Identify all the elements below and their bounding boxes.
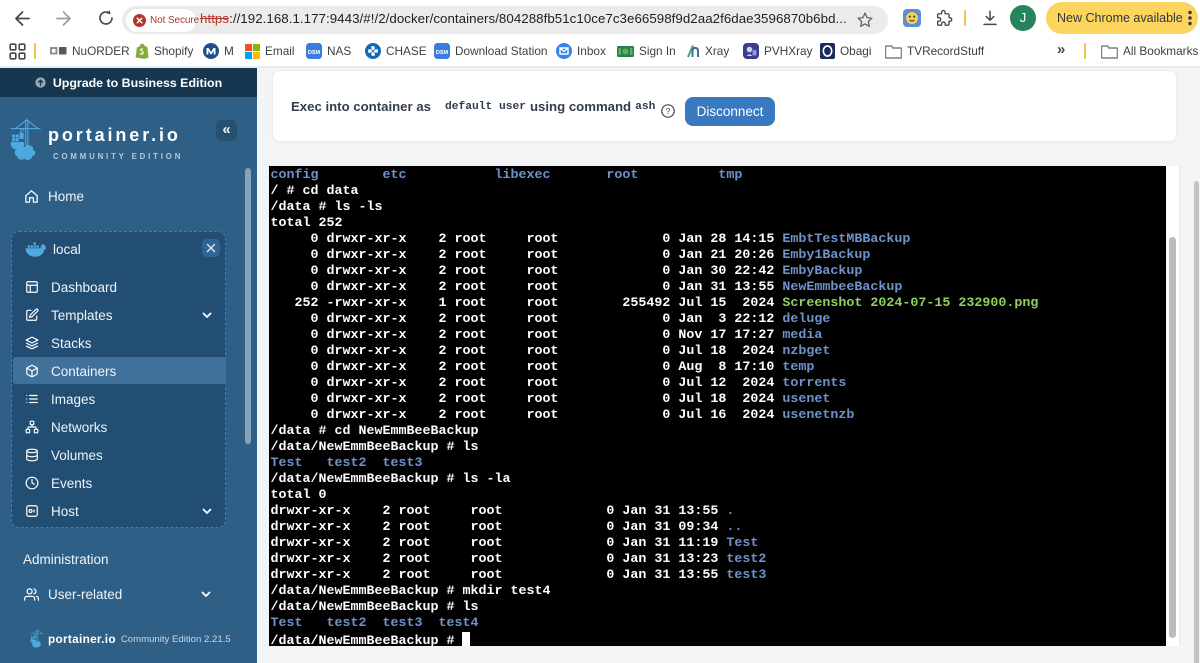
- svg-text:?: ?: [666, 106, 671, 116]
- svg-text:DSM: DSM: [436, 50, 449, 56]
- svg-text:DSM: DSM: [308, 50, 321, 56]
